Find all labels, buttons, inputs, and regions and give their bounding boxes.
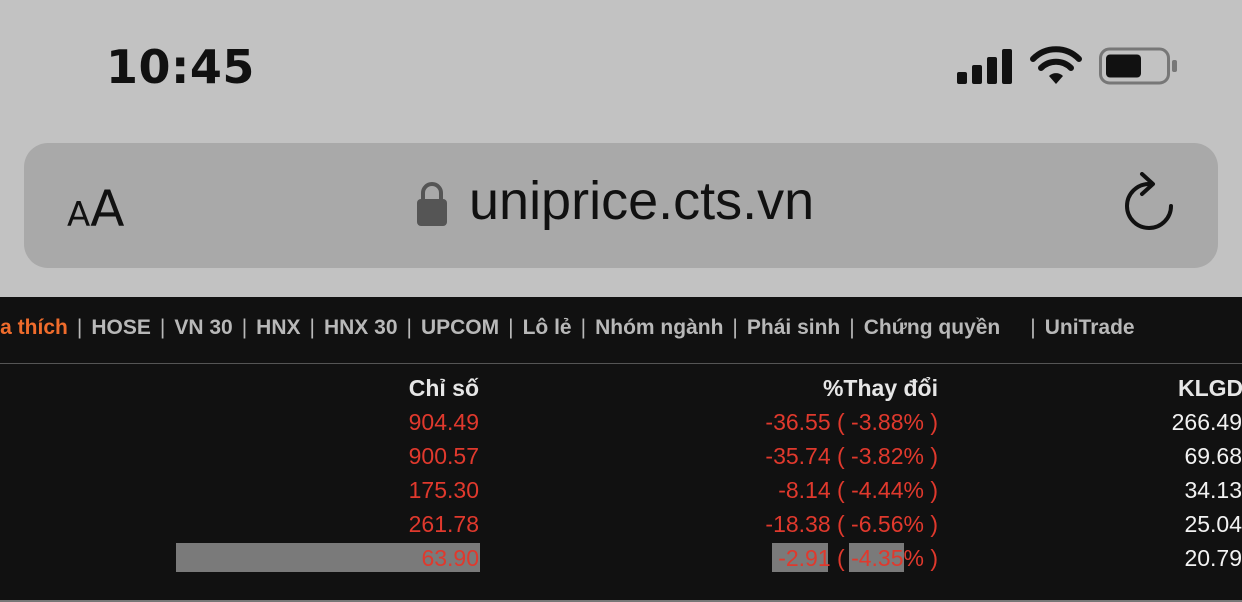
tab-separator: | <box>309 316 315 339</box>
market-tab-row: ra thích | HOSE | VN 30 | HNX | HNX 30 | UPCOM | Lô … <box>0 316 1135 340</box>
change-value: -8.14 ( -4.44% ) <box>778 477 938 503</box>
battery-icon <box>1099 47 1177 85</box>
status-time: 10:45 <box>106 40 255 94</box>
tab-hnx-30[interactable]: HNX 30 <box>324 316 398 340</box>
url-text[interactable]: uniprice.cts.vn <box>469 170 814 232</box>
market-tabs: ra thích | HOSE | VN 30 | HNX | HNX 30 | UPCOM | Lô … <box>0 297 1242 364</box>
change-value: -35.74 ( -3.82% ) <box>765 443 938 469</box>
tab-lô-lẻ[interactable]: Lô lẻ <box>523 316 572 340</box>
text-size-button[interactable]: AA <box>67 180 124 238</box>
index-value: 904.49 <box>408 409 479 435</box>
volume-value: 20.79 <box>1184 545 1242 571</box>
tab-separator: | <box>508 316 514 339</box>
header-change: %Thay đổi <box>822 375 938 401</box>
change-value: -2.91 ( -4.35% ) <box>778 545 938 571</box>
volume-value: 266.49 <box>1171 409 1242 435</box>
volume-value: 69.68 <box>1184 443 1242 469</box>
volume-value: 25.04 <box>1184 511 1242 537</box>
tab-phái-sinh[interactable]: Phái sinh <box>747 316 840 340</box>
reload-icon[interactable] <box>1120 172 1178 234</box>
tab-separator: | <box>732 316 738 339</box>
tab-hose[interactable]: HOSE <box>91 316 151 340</box>
cellular-signal-icon <box>957 49 1013 84</box>
header-index: Chỉ số <box>408 375 479 401</box>
tab-hnx[interactable]: HNX <box>256 316 300 340</box>
text-size-small-label: A <box>67 195 91 235</box>
tab-vn-30[interactable]: VN 30 <box>174 316 232 340</box>
tab-unitrade[interactable]: UniTrade <box>1045 316 1135 340</box>
index-value: 175.30 <box>408 477 479 503</box>
volume-value: 34.13 <box>1184 477 1242 503</box>
index-value: 63.90 <box>421 545 479 571</box>
index-table: Chỉ số %Thay đổi KLGD 904.49 -36.55 ( -3.… <box>0 365 1242 602</box>
tab-separator: | <box>580 316 587 339</box>
header-volume: KLGD <box>1178 375 1242 401</box>
lock-icon <box>417 182 447 226</box>
change-value: -18.38 ( -6.56% ) <box>765 511 938 537</box>
index-value: 900.57 <box>408 443 479 469</box>
tab-separator: | <box>76 316 83 339</box>
tab-separator: | <box>406 316 412 339</box>
tab-separator: | <box>241 316 248 339</box>
wifi-icon <box>1030 46 1082 84</box>
browser-chrome: 10:45 AA uniprice.cts.vn <box>0 0 1242 297</box>
index-value: 261.78 <box>408 511 479 537</box>
tab-separator: | <box>1030 316 1036 339</box>
tab-nhóm-ngành[interactable]: Nhóm ngành <box>595 316 723 340</box>
text-size-big-label: A <box>90 180 125 238</box>
tab-chứng-quyền[interactable]: Chứng quyền <box>864 316 1001 340</box>
tab-separator: | <box>159 316 166 339</box>
change-value: -36.55 ( -3.88% ) <box>765 409 938 435</box>
tab-separator: | <box>849 316 855 339</box>
tab-upcom[interactable]: UPCOM <box>421 316 499 340</box>
tab-ra-thích[interactable]: ra thích <box>0 316 68 340</box>
